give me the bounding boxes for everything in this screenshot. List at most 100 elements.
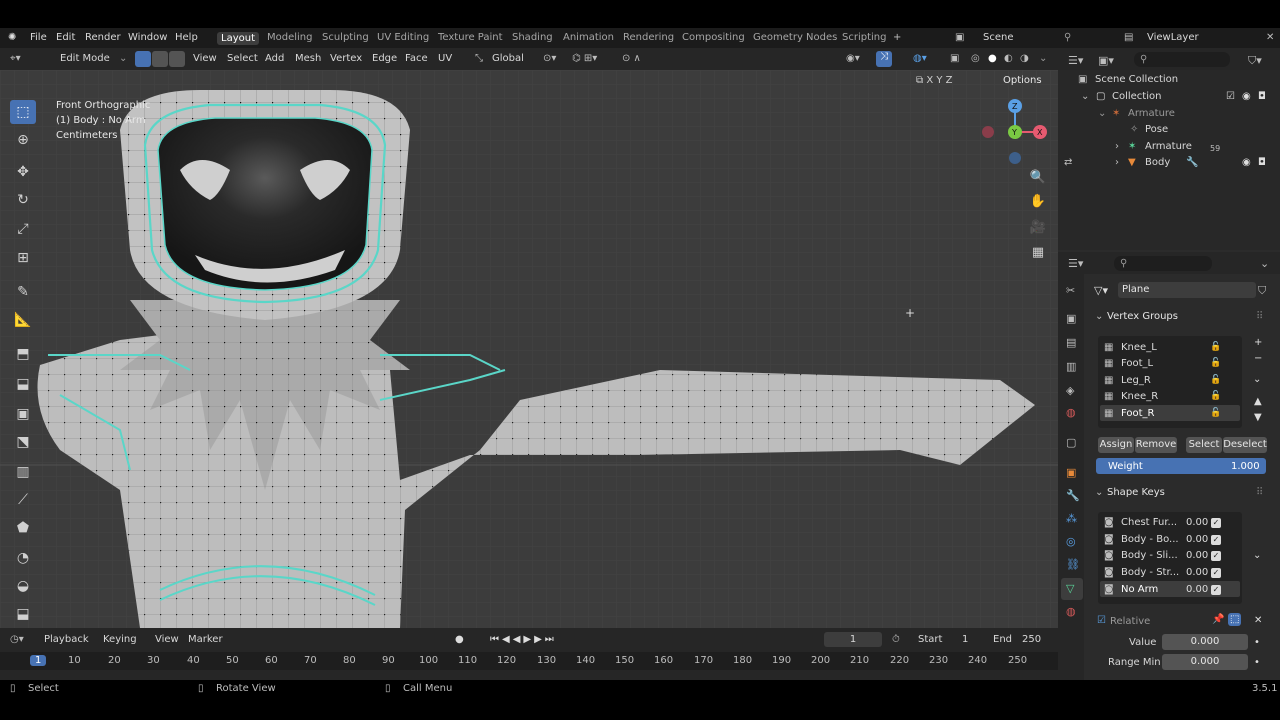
shape-key-value[interactable]: 0.00 (1186, 567, 1208, 578)
outliner-pose[interactable]: Pose (1145, 124, 1168, 135)
gizmo-toggle-icon[interactable]: ⤨ (876, 51, 892, 67)
particles-tab-icon[interactable]: ⁂ (1066, 512, 1077, 525)
eye-icon[interactable]: ◉ (1242, 91, 1251, 102)
proportional-icon[interactable]: ⊙ ∧ (622, 53, 641, 64)
current-frame-field[interactable]: 1 (824, 632, 882, 647)
vertex-group-item[interactable]: Foot_L (1121, 358, 1153, 369)
tab-compositing[interactable]: Compositing (682, 32, 745, 43)
keyframe-dot-icon[interactable]: • (1254, 657, 1260, 668)
rotate-tool[interactable]: ↻ (10, 188, 36, 212)
lock-icon[interactable]: 🔓 (1210, 375, 1221, 385)
menu-uv[interactable]: UV (438, 53, 452, 64)
chevron-down-icon[interactable]: ⌄ (1260, 257, 1269, 270)
tab-scripting[interactable]: Scripting (842, 32, 886, 43)
sync-icon[interactable]: ⇄ (1064, 157, 1072, 168)
shape-key-checkbox[interactable]: ✓ (1211, 551, 1221, 561)
clear-shape-icon[interactable]: ✕ (1254, 615, 1262, 626)
extrude-tool[interactable]: ⬓ (10, 372, 36, 396)
view-layer-tab-icon[interactable]: ▥ (1066, 360, 1076, 373)
loop-cut-tool[interactable]: ▥ (10, 460, 36, 484)
shading-solid-icon[interactable]: ● (988, 53, 997, 64)
scene-tab-icon[interactable]: ◈ (1066, 384, 1074, 397)
eye-icon[interactable]: ◉ (1242, 157, 1251, 168)
vertex-group-item[interactable]: Leg_R (1121, 375, 1151, 386)
properties-search-input[interactable]: ⚲ (1114, 256, 1212, 271)
remove-button[interactable]: Remove (1135, 437, 1177, 453)
playhead[interactable]: 1 (30, 655, 47, 666)
editor-type-icon[interactable]: ⌖▾ (10, 53, 21, 64)
move-tool[interactable]: ✥ (10, 160, 36, 184)
render-tab-icon[interactable]: ▣ (1066, 312, 1076, 325)
playback-controls[interactable]: ⏮◀◀▶▶⏭ (490, 634, 557, 645)
expand-icon[interactable]: › (1115, 141, 1119, 152)
shape-key-value[interactable]: 0.00 (1186, 534, 1208, 545)
range-min-field[interactable]: 0.000 (1162, 654, 1248, 670)
transform-tool[interactable]: ⊞ (10, 246, 36, 270)
pin-icon[interactable]: ⚲ (1064, 32, 1071, 43)
constraints-tab-icon[interactable]: ⛓ (1066, 558, 1080, 571)
expand-icon[interactable]: ⌄ (1081, 91, 1089, 102)
transform-orientation[interactable]: Global (492, 53, 524, 64)
axis-z-toggle[interactable]: Z (946, 75, 953, 86)
close-icon[interactable]: ✕ (1266, 32, 1274, 43)
menu-timeline-view[interactable]: View (155, 634, 179, 645)
shading-wire-icon[interactable]: ◎ (971, 53, 980, 64)
assign-button[interactable]: Assign (1098, 437, 1134, 453)
menu-vertex[interactable]: Vertex (330, 53, 362, 64)
poly-build-tool[interactable]: ⬟ (10, 516, 36, 540)
options-dropdown[interactable]: Options (1003, 75, 1042, 86)
filter-icon[interactable]: ⛉▾ (1248, 54, 1262, 68)
shape-key-item[interactable]: Body - Str... (1121, 567, 1179, 578)
add-workspace-icon[interactable]: + (893, 32, 901, 43)
smooth-tool[interactable]: ◒ (10, 574, 36, 598)
expand-icon[interactable]: ⌄ (1098, 108, 1106, 119)
annotate-tool[interactable]: ✎ (10, 280, 36, 304)
select-box-tool[interactable]: ⬚ (10, 100, 36, 124)
add-cube-tool[interactable]: ⬒ (10, 342, 36, 366)
tab-uv-editing[interactable]: UV Editing (377, 32, 429, 43)
blender-logo-icon[interactable]: ✺ (8, 32, 16, 43)
shape-key-checkbox[interactable]: ✓ (1211, 518, 1221, 528)
xray-icon[interactable]: ▣ (950, 53, 959, 64)
shape-key-item[interactable]: No Arm (1121, 584, 1158, 595)
camera-icon[interactable]: ◘ (1258, 157, 1266, 168)
3d-viewport[interactable]: Front Orthographic (1) Body : No Arm Cen… (0, 70, 1058, 628)
tab-geometry-nodes[interactable]: Geometry Nodes (753, 32, 837, 43)
overlay-icon[interactable]: ◍▾ (913, 53, 927, 64)
axis-y-toggle[interactable]: Y (936, 75, 942, 86)
shape-key-value[interactable]: 0.00 (1186, 584, 1208, 595)
outliner-armature[interactable]: Armature (1128, 108, 1175, 119)
mode-dropdown[interactable]: Edit Mode (60, 53, 110, 64)
measure-tool[interactable]: 📐 (10, 308, 36, 332)
tab-layout[interactable]: Layout (217, 32, 259, 45)
tab-modeling[interactable]: Modeling (267, 32, 313, 43)
value-field[interactable]: 0.000 (1162, 634, 1248, 650)
vertex-group-item[interactable]: Knee_R (1121, 391, 1158, 402)
record-icon[interactable]: ● (455, 634, 464, 645)
menu-edit[interactable]: Edit (56, 32, 75, 43)
physics-tab-icon[interactable]: ◎ (1066, 535, 1076, 548)
shape-key-item[interactable]: Body - Sli... (1121, 550, 1178, 561)
zoom-icon[interactable]: 🔍 (1028, 168, 1048, 188)
tab-sculpting[interactable]: Sculpting (322, 32, 369, 43)
stopwatch-icon[interactable]: ⏱ (892, 634, 900, 645)
output-tab-icon[interactable]: ▤ (1066, 336, 1076, 349)
display-mode-icon[interactable]: ▣▾ (1098, 54, 1114, 67)
expand-icon[interactable]: › (1115, 157, 1119, 168)
mirror-axes[interactable]: ⧉ X Y Z (916, 75, 953, 86)
vertex-group-item[interactable]: Knee_L (1121, 342, 1157, 353)
menu-select[interactable]: Select (227, 53, 258, 64)
menu-render[interactable]: Render (85, 32, 121, 43)
tab-rendering[interactable]: Rendering (623, 32, 674, 43)
outliner-collection[interactable]: Collection (1112, 91, 1161, 102)
camera-icon[interactable]: ◘ (1258, 91, 1266, 102)
lock-icon[interactable]: 🔓 (1210, 358, 1221, 368)
end-field[interactable]: 250 (1022, 634, 1041, 645)
properties-editor-icon[interactable]: ☰▾ (1068, 257, 1083, 270)
shape-keys-collapse-icon[interactable]: ⌄ (1095, 487, 1103, 498)
vertex-group-item[interactable]: Foot_R (1121, 408, 1155, 419)
viewlayer-name[interactable]: ViewLayer (1147, 32, 1199, 43)
spin-tool[interactable]: ◔ (10, 546, 36, 570)
timeline-editor-icon[interactable]: ◷▾ (10, 634, 24, 645)
tool-tab-icon[interactable]: ✂ (1066, 284, 1075, 297)
